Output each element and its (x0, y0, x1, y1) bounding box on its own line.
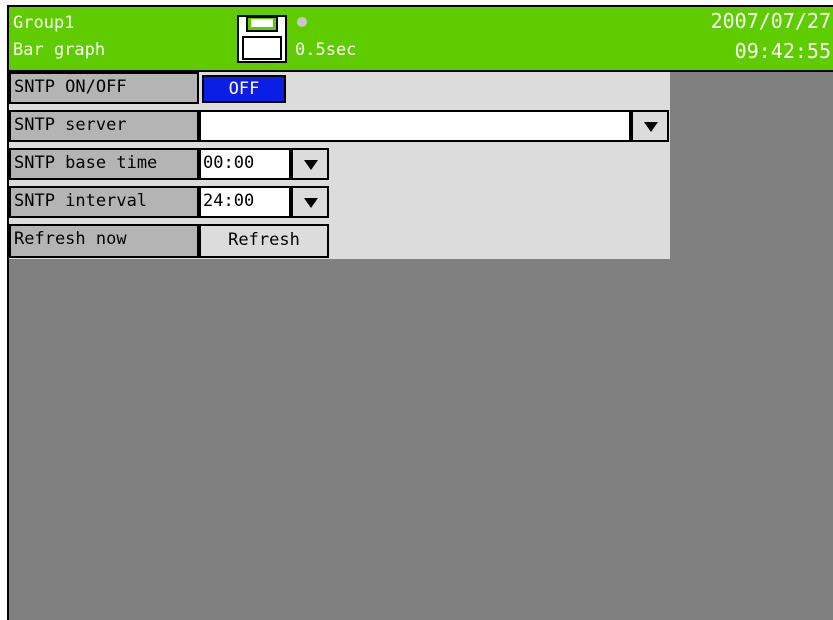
chevron-down-icon (644, 122, 658, 132)
sntp-interval-dropdown-button[interactable] (291, 186, 329, 218)
status-dot-icon (297, 17, 307, 27)
sntp-onoff-label: SNTP ON/OFF (9, 72, 199, 104)
sntp-server-field[interactable] (199, 110, 631, 142)
sntp-server-dropdown-button[interactable] (631, 110, 669, 142)
sntp-base-time-dropdown-button[interactable] (291, 148, 329, 180)
recorder-screen: Group1 Bar graph 0.5sec 2007/07/27 09:42… (7, 5, 833, 620)
group-name: Group1 (13, 13, 75, 33)
refresh-now-label: Refresh now (9, 224, 199, 258)
sntp-base-time-field[interactable]: 00:00 (199, 148, 291, 180)
sntp-onoff-toggle[interactable]: OFF (202, 75, 286, 103)
view-name: Bar graph (13, 40, 106, 60)
date-display: 2007/07/27 (710, 9, 831, 33)
chevron-down-icon (304, 160, 318, 170)
sntp-base-time-label: SNTP base time (9, 148, 199, 180)
chevron-down-icon (304, 198, 318, 208)
time-display: 09:42:55 (734, 39, 831, 63)
sntp-interval-field[interactable]: 24:00 (199, 186, 291, 218)
floppy-disk-icon (237, 15, 287, 63)
sntp-interval-label: SNTP interval (9, 186, 199, 218)
refresh-button[interactable]: Refresh (199, 224, 329, 258)
sntp-settings-panel: SNTP ON/OFF OFF SNTP server SNTP base ti… (9, 72, 670, 259)
status-header: Group1 Bar graph 0.5sec 2007/07/27 09:42… (9, 7, 833, 72)
sntp-server-label: SNTP server (9, 110, 199, 142)
scan-rate: 0.5sec (295, 40, 357, 60)
